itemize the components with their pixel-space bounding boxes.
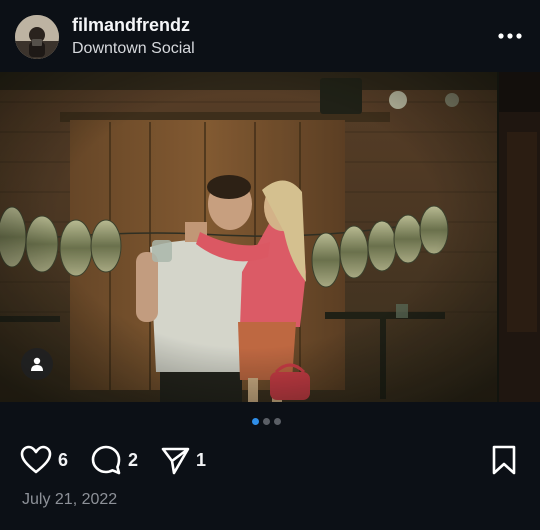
save-button[interactable]	[488, 444, 520, 476]
share-count: 1	[196, 449, 207, 470]
avatar-image	[15, 15, 59, 59]
post-date: July 21, 2022	[22, 491, 118, 508]
avatar[interactable]	[15, 15, 59, 59]
carousel-indicator	[252, 418, 281, 426]
image-carousel[interactable]	[0, 72, 540, 402]
share-button[interactable]: 1	[160, 444, 206, 476]
comment-button[interactable]: 2	[90, 444, 138, 476]
comment-count: 2	[128, 449, 139, 470]
more-options-button[interactable]	[494, 22, 526, 50]
bookmark-icon	[492, 445, 516, 475]
user-icon	[31, 357, 43, 371]
carousel-dot	[274, 418, 281, 425]
send-icon	[161, 447, 190, 475]
next-photo-preview[interactable]	[499, 72, 540, 402]
more-horizontal-icon	[498, 33, 522, 39]
username[interactable]: filmandfrendz	[72, 15, 190, 36]
location[interactable]: Downtown Social	[72, 40, 195, 58]
party-photo-image	[0, 72, 497, 402]
post-header: filmandfrendz Downtown Social	[0, 0, 540, 72]
carousel-dot	[263, 418, 270, 425]
tagged-users-button[interactable]	[21, 348, 53, 380]
post-photo[interactable]	[0, 72, 497, 402]
heart-icon	[20, 445, 52, 474]
like-button[interactable]: 6	[20, 444, 68, 476]
carousel-dot-active	[252, 418, 259, 425]
like-count: 6	[58, 449, 69, 470]
action-bar: 6 2 1	[0, 440, 540, 480]
comment-icon	[91, 445, 121, 475]
next-photo-image	[499, 72, 540, 402]
